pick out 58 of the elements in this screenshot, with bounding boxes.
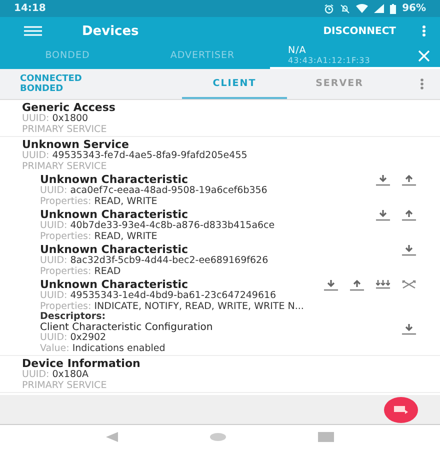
descriptors-heading: Descriptors: [40,312,107,322]
characteristic-name: Unknown Characteristic [40,244,188,256]
characteristic-uuid: UUID: 40b7de33-93e4-4c8b-a876-d833b415a6ce [40,221,275,232]
descriptor-name: Client Characteristic Configuration [40,322,213,333]
download-icon[interactable] [376,210,390,221]
multiple-arrows-icon[interactable] [376,280,390,291]
connection-state: CONNECTED [20,74,83,84]
service-item[interactable]: Device Information UUID: 0x180A PRIMARY SERVICE [22,358,440,391]
service-type: PRIMARY SERVICE [22,124,108,135]
bond-state: BONDED [20,84,64,94]
tab[interactable]: BONDED [0,45,135,69]
wifi-icon [356,4,368,13]
tab[interactable]: SERVER [287,69,392,99]
characteristic-properties: Properties: READ, WRITE [40,232,158,242]
characteristic-name: Unknown Characteristic [40,279,188,291]
tab[interactable]: ADVERTISER [135,45,270,69]
alarm-icon [324,4,334,14]
download-icon[interactable] [324,280,338,291]
service-item[interactable]: Unknown Service UUID: 49535343-fe7d-4ae5-8fa9-9fafd205e455 PRIMARY SERVICE [22,139,440,172]
app-title: Devices [82,24,140,38]
service-uuid: UUID: 0x180A [22,370,90,380]
service-type: PRIMARY SERVICE [22,380,108,391]
upload-icon[interactable] [402,175,416,186]
service-uuid: UUID: 49535343-fe7d-4ae5-8fa9-9fafd205e455 [22,151,248,162]
service-type: PRIMARY SERVICE [22,162,108,172]
characteristic-properties: Properties: READ [40,266,122,277]
close-icon[interactable] [418,50,430,62]
characteristic-uuid: UUID: aca0ef7c-eeaa-48ad-9508-19a6cef6b356 [40,186,268,196]
battery-icon [390,4,396,14]
download-icon[interactable] [376,175,390,186]
crossed-arrows-icon[interactable] [402,280,416,291]
characteristic-uuid: UUID: 49535343-1e4d-4bd9-ba61-23c647249616 [40,291,278,302]
service-name: Generic Access [22,102,116,114]
service-uuid: UUID: 0x1800 [22,114,90,124]
service-name: Unknown Service [22,139,130,151]
service-name: Device Information [22,358,142,370]
battery-percent: 96% [402,3,426,14]
service-item[interactable]: Generic Access UUID: 0x1800 PRIMARY SERVICE [22,102,440,135]
more-icon[interactable] [422,25,426,37]
characteristic-name: Unknown Characteristic [40,174,188,186]
tab[interactable]: CLIENT [182,69,287,99]
characteristic-properties: Properties: READ, WRITE [40,196,158,207]
download-icon[interactable] [402,245,416,256]
descriptor-uuid: UUID: 0x2902 [40,333,108,344]
disconnect-button[interactable]: DISCONNECT [323,26,396,36]
signal-icon [374,4,384,13]
upload-icon[interactable] [350,280,364,291]
descriptor-value: Value: Indications enabled [40,344,166,354]
characteristic-properties: Properties: INDICATE, NOTIFY, READ, WRITE, WRITE N... [40,302,304,312]
more-icon[interactable] [420,78,424,90]
fab-button[interactable] [384,396,418,422]
characteristic-name: Unknown Characteristic [40,209,188,221]
menu-icon[interactable] [24,26,42,36]
characteristic-uuid: UUID: 8ac32d3f-5cb9-4d44-bec2-ee689169f626 [40,256,268,266]
download-icon[interactable] [402,324,416,334]
status-time: 14:18 [14,3,46,14]
upload-icon[interactable] [402,210,416,221]
mute-icon [340,4,350,14]
